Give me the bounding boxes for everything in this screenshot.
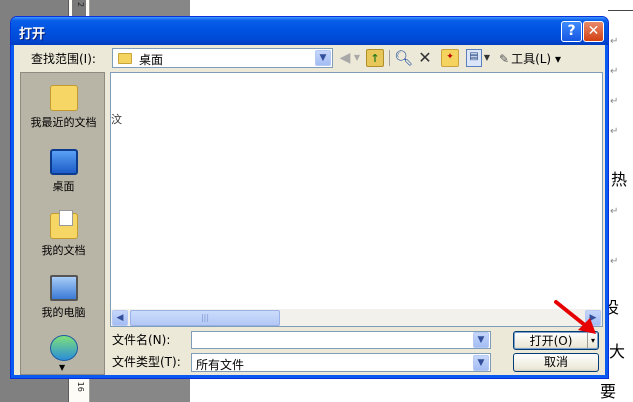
place-network[interactable] (21, 335, 106, 364)
wrench-icon: ✎ (499, 52, 510, 66)
dialog-titlebar[interactable]: 打开 ? ✕ (11, 17, 608, 45)
help-button[interactable]: ? (561, 21, 582, 42)
scroll-left-icon[interactable]: ◀ (112, 310, 128, 326)
views-dropdown-icon[interactable]: ▼ (483, 49, 491, 67)
file-name-label: 文件名(N): (112, 333, 171, 347)
red-pointer-arrow-icon (554, 300, 596, 334)
file-list-text: 汶 (111, 113, 122, 126)
paragraph-mark: ↵ (610, 126, 619, 137)
recent-documents-icon (49, 85, 78, 111)
delete-icon[interactable]: ✕ (417, 49, 433, 67)
horizontal-scrollbar[interactable]: ◀ ||| ▶ (110, 309, 603, 327)
dialog-title: 打开 (19, 27, 46, 42)
place-label: 我的文档 (41, 244, 86, 257)
place-label: 桌面 (52, 180, 75, 193)
paragraph-mark: ↵ (610, 36, 619, 47)
paragraph-mark: ↵ (610, 206, 619, 217)
place-label: 我最近的文档 (30, 116, 97, 129)
scrollbar-thumb[interactable]: ||| (130, 310, 280, 326)
file-type-label: 文件类型(T): (112, 355, 181, 369)
paragraph-mark: ↵ (610, 96, 619, 107)
open-file-dialog: 打开 ? ✕ 查找范围(I): 桌面 ▼ ◀ ▼ ↑ 🔍︎ ✕ ✦ ▤ ▼ ✎ 工… (10, 16, 609, 379)
network-places-icon (49, 335, 78, 361)
document-line (608, 10, 633, 11)
look-in-value: 桌面 (139, 53, 164, 67)
folder-icon (118, 53, 132, 64)
back-arrow-icon[interactable]: ◀ (337, 49, 353, 67)
tools-menu-label: 工具(L) (511, 52, 552, 66)
place-recent-documents[interactable]: 我最近的文档 (21, 85, 106, 130)
desktop-icon (49, 149, 78, 175)
document-text: 要 (600, 382, 617, 401)
file-type-dropdown[interactable]: 所有文件 ▼ (191, 353, 491, 372)
document-text: 大 (609, 342, 626, 361)
scroll-down-icon[interactable]: ▼ (59, 363, 65, 372)
views-menu-icon[interactable]: ▤ (466, 49, 482, 67)
chevron-down-icon[interactable]: ▼ (473, 355, 489, 371)
cancel-button[interactable]: 取消 (513, 353, 599, 372)
tools-menu[interactable]: ✎ 工具(L) ▾ (499, 50, 561, 67)
place-my-computer[interactable]: 我的电脑 (21, 275, 106, 320)
chevron-down-icon[interactable]: ▼ (315, 50, 331, 66)
paragraph-mark: ↵ (610, 256, 619, 267)
place-desktop[interactable]: 桌面 (21, 149, 106, 194)
search-web-icon[interactable]: 🔍︎ (394, 49, 413, 67)
ruler-number: 2 (76, 2, 85, 8)
my-computer-icon (49, 275, 78, 301)
my-documents-icon (49, 210, 78, 239)
place-label: 我的电脑 (41, 306, 86, 319)
file-list[interactable]: 汶 (110, 72, 603, 327)
look-in-label: 查找范围(I): (31, 52, 96, 66)
back-dropdown-icon[interactable]: ▼ (353, 49, 361, 67)
place-my-documents[interactable]: 我的文档 (21, 210, 106, 258)
close-button[interactable]: ✕ (583, 21, 604, 42)
file-type-value: 所有文件 (196, 358, 245, 372)
chevron-down-icon[interactable]: ▼ (473, 332, 489, 348)
look-in-dropdown[interactable]: 桌面 ▼ (112, 48, 333, 68)
file-name-input[interactable] (191, 331, 491, 349)
toolbar-separator (389, 50, 390, 66)
document-text: 热 (611, 170, 628, 189)
places-bar: 我最近的文档 桌面 我的文档 我的电脑 ▼ (20, 72, 105, 375)
up-folder-icon[interactable]: ↑ (366, 49, 384, 67)
paragraph-mark: ↵ (610, 66, 619, 77)
new-folder-icon[interactable]: ✦ (441, 49, 459, 67)
